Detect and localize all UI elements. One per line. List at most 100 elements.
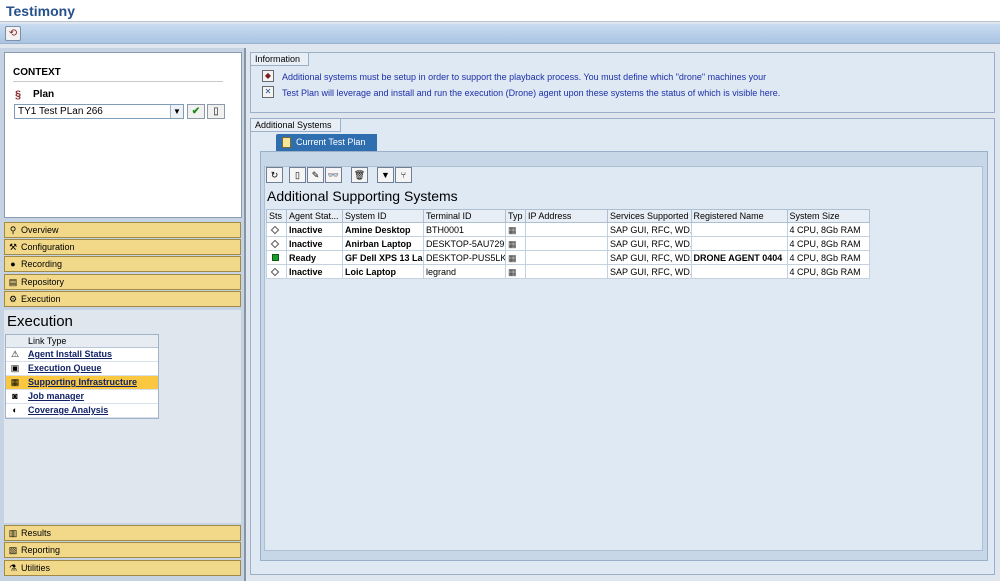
nav-utilities[interactable]: ⚗ Utilities xyxy=(4,560,241,576)
registered-name-cell xyxy=(690,236,788,251)
nav-reporting[interactable]: ▧ Reporting xyxy=(4,542,241,558)
inactive-status-icon xyxy=(270,225,280,234)
edit-icon[interactable]: ✎ xyxy=(307,167,324,183)
nav-overview[interactable]: ⚲ Overview xyxy=(4,222,241,238)
new-document-button[interactable]: ▯ xyxy=(207,104,225,119)
title-bar: Testimony xyxy=(0,0,1000,22)
computer-icon: ▦ xyxy=(508,224,517,235)
nav-configuration[interactable]: ⚒ Configuration xyxy=(4,239,241,255)
close-icon[interactable]: ✕ xyxy=(262,86,274,98)
type-cell: ▦ xyxy=(505,236,526,251)
plan-select[interactable]: TY1 Test PLan 266 xyxy=(14,104,184,119)
agent-status-icon: ⚠ xyxy=(10,349,20,359)
terminal-id-cell: DESKTOP-5AU729F xyxy=(423,236,506,251)
status-icon xyxy=(266,222,287,237)
system-size-cell: 4 CPU, 8Gb RAM xyxy=(786,222,870,237)
nav-results-label: Results xyxy=(21,528,52,538)
status-icon xyxy=(266,236,287,251)
link-table: Link Type ⚠ Agent Install Status ▣ Execu… xyxy=(5,334,159,419)
table-row[interactable]: Inactive Anirban Laptop DESKTOP-5AU729F … xyxy=(266,236,870,251)
services-cell: SAP GUI, RFC, WD, xyxy=(607,222,692,237)
agent-status-cell: Ready xyxy=(286,250,343,265)
table-row[interactable]: Ready GF Dell XPS 13 La DESKTOP-PUS5LKL … xyxy=(266,250,870,265)
info-line-2: Test Plan will leverage and install and … xyxy=(282,88,781,98)
link-coverage-analysis[interactable]: Coverage Analysis xyxy=(28,405,108,415)
registered-name-cell xyxy=(690,222,788,237)
delete-icon[interactable]: 🗑 xyxy=(351,167,368,183)
table-row[interactable]: Inactive Amine Desktop BTH0001 ▦ SAP GUI… xyxy=(266,222,870,237)
link-row[interactable]: ▣ Execution Queue xyxy=(6,362,158,376)
col-system-size[interactable]: System Size xyxy=(786,209,870,223)
system-id-cell: Amine Desktop xyxy=(342,222,424,237)
chevron-down-icon[interactable]: ▼ xyxy=(170,105,183,118)
ip-cell xyxy=(525,250,608,265)
link-row[interactable]: ◙ Job manager xyxy=(6,390,158,404)
plan-label: Plan xyxy=(33,89,55,100)
link-execution-queue[interactable]: Execution Queue xyxy=(28,363,102,373)
link-agent-install-status[interactable]: Agent Install Status xyxy=(28,349,112,359)
link-type-header: Link Type xyxy=(6,335,158,348)
context-header: CONTEXT xyxy=(13,67,61,78)
col-services[interactable]: Services Supported xyxy=(607,209,692,223)
link-row[interactable]: ⚠ Agent Install Status xyxy=(6,348,158,362)
nav-overview-label: Overview xyxy=(21,225,59,235)
application-toolbar: ⟲ xyxy=(0,24,1000,44)
col-sts[interactable]: Sts xyxy=(266,209,287,223)
system-id-cell: Loic Laptop xyxy=(342,264,424,279)
registered-name-cell xyxy=(690,264,788,279)
col-agent-status[interactable]: Agent Stat... xyxy=(286,209,343,223)
execution-icon: ⚙ xyxy=(8,294,18,304)
registered-name-cell: DRONE AGENT 0404 xyxy=(690,250,788,265)
system-size-cell: 4 CPU, 8Gb RAM xyxy=(786,250,870,265)
services-cell: SAP GUI, RFC, WD, xyxy=(607,236,692,251)
computer-icon: ▦ xyxy=(508,266,517,277)
link-row-selected[interactable]: ▦ Supporting Infrastructure xyxy=(6,376,158,390)
back-icon[interactable]: ⟲ xyxy=(5,26,21,41)
ready-status-icon xyxy=(272,253,279,261)
overview-icon: ⚲ xyxy=(9,225,17,235)
col-terminal-id[interactable]: Terminal ID xyxy=(423,209,506,223)
nav-recording[interactable]: ● Recording xyxy=(4,256,241,272)
link-row[interactable]: ◐ Coverage Analysis xyxy=(6,404,158,418)
col-system-id[interactable]: System ID xyxy=(342,209,424,223)
additional-systems-title: Additional Systems xyxy=(250,118,341,132)
plan-select-value: TY1 Test PLan 266 xyxy=(18,106,103,117)
hierarchy-icon[interactable]: ⑂ xyxy=(395,167,412,183)
terminal-id-cell: legrand xyxy=(423,264,506,279)
col-typ[interactable]: Typ xyxy=(505,209,526,223)
agent-status-cell: Inactive xyxy=(286,222,343,237)
information-group-title: Information xyxy=(250,52,310,66)
display-icon[interactable]: 👓 xyxy=(325,167,342,183)
refresh-icon[interactable]: ↻ xyxy=(266,167,283,183)
systems-table: Sts Agent Stat... System ID Terminal ID … xyxy=(266,209,870,279)
nav-execution[interactable]: ⚙ Execution xyxy=(4,291,241,307)
col-registered-name[interactable]: Registered Name xyxy=(690,209,788,223)
table-row[interactable]: Inactive Loic Laptop legrand ▦ SAP GUI, … xyxy=(266,264,870,279)
tab-current-test-plan[interactable]: Current Test Plan xyxy=(276,134,378,151)
inactive-status-icon xyxy=(270,267,280,276)
nav-reporting-label: Reporting xyxy=(21,545,61,555)
link-supporting-infrastructure[interactable]: Supporting Infrastructure xyxy=(28,377,137,387)
confirm-button[interactable]: ✔ xyxy=(187,104,205,119)
context-box: CONTEXT § Plan TY1 Test PLan 266 ▼ ✔ ▯ xyxy=(4,52,242,218)
ip-cell xyxy=(525,222,608,237)
nav-configuration-label: Configuration xyxy=(21,242,75,252)
coverage-icon: ◐ xyxy=(12,405,18,415)
nav-recording-label: Recording xyxy=(21,259,63,269)
results-icon: ▥ xyxy=(8,528,18,538)
create-icon[interactable]: ▯ xyxy=(289,167,306,183)
info-icon: ◆ xyxy=(262,70,274,82)
nav-repository[interactable]: ▤ Repository xyxy=(4,274,241,290)
context-divider xyxy=(13,81,223,82)
nav-results[interactable]: ▥ Results xyxy=(4,525,241,541)
queue-icon: ▣ xyxy=(10,363,20,373)
document-icon xyxy=(282,137,291,148)
services-cell: SAP GUI, RFC, WD, xyxy=(607,264,692,279)
type-cell: ▦ xyxy=(505,222,526,237)
terminal-id-cell: DESKTOP-PUS5LKL xyxy=(423,250,506,265)
tab-current-test-plan-label: Current Test Plan xyxy=(296,137,366,147)
link-job-manager[interactable]: Job manager xyxy=(28,391,84,401)
col-ip-address[interactable]: IP Address xyxy=(525,209,608,223)
system-id-cell: GF Dell XPS 13 La xyxy=(342,250,424,265)
details-icon[interactable]: ▼ xyxy=(377,167,394,183)
